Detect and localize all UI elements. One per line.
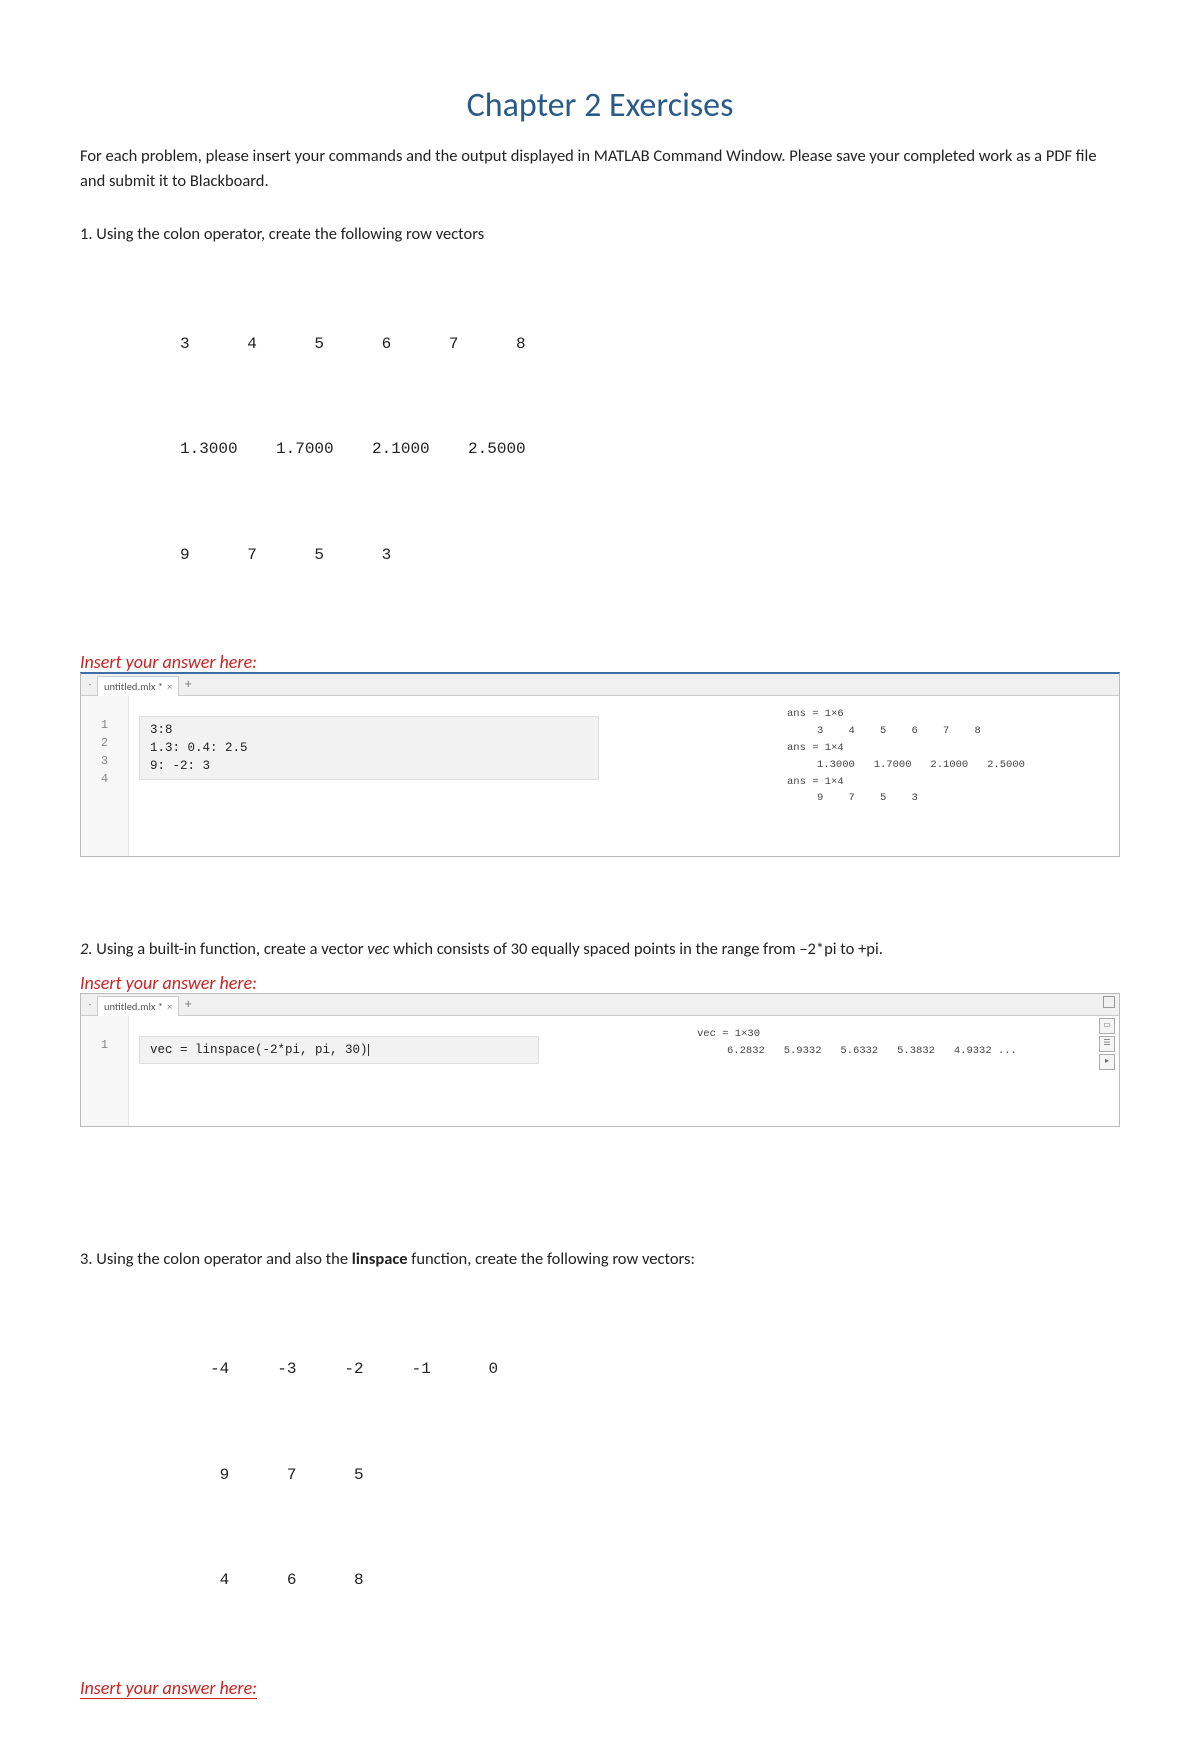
output-toolbar: ▭ ☰ ▸: [1099, 1018, 1117, 1070]
problem-3-vectors: -4 -3 -2 -1 0 9 7 5 4 6 8: [210, 1282, 1120, 1669]
code-area[interactable]: vec = linspace(-2*pi, pi, 30): [129, 1016, 689, 1126]
tab-bar: - untitled.mlx * × +: [81, 674, 1119, 696]
matlab-editor-2: - untitled.mlx * × + 1 vec = linspace(-2…: [80, 993, 1120, 1127]
answer-prompt-3: Insert your answer here:: [80, 1677, 1120, 1699]
answer-prompt-2: Insert your answer here:: [80, 972, 1120, 994]
tab-label: untitled.mlx *: [104, 1000, 163, 1013]
line-gutter: 1: [81, 1016, 129, 1126]
output-area: ans = 1×6 3 4 5 6 7 8 ans = 1×4 1.3000 1…: [779, 696, 1119, 856]
minimize-icon[interactable]: -: [85, 680, 95, 690]
list-icon[interactable]: ☰: [1099, 1036, 1115, 1052]
editor-tab[interactable]: untitled.mlx * ×: [97, 996, 179, 1016]
window-control-icon[interactable]: [1103, 996, 1115, 1008]
answer-prompt-1: Insert your answer here:: [80, 651, 1120, 673]
close-icon[interactable]: ×: [167, 1000, 172, 1013]
output-area: vec = 1×30 6.2832 5.9332 5.6332 5.3832 4…: [689, 1016, 1119, 1126]
problem-1-vectors: 3 4 5 6 7 8 1.3000 1.7000 2.1000 2.5000 …: [180, 256, 1120, 643]
line-gutter: 1 2 3 4: [81, 696, 129, 856]
page-title: Chapter 2 Exercises: [80, 85, 1120, 126]
new-tab-button[interactable]: +: [185, 677, 191, 692]
intro-text: For each problem, please insert your com…: [80, 144, 1120, 194]
matlab-editor-1: - untitled.mlx * × + 1 2 3 4 3:8 1.3: 0.…: [80, 672, 1120, 857]
code-box[interactable]: 3:8 1.3: 0.4: 2.5 9: -2: 3: [139, 716, 599, 780]
close-icon[interactable]: ×: [167, 680, 172, 693]
new-tab-button[interactable]: +: [185, 997, 191, 1012]
editor-tab[interactable]: untitled.mlx * ×: [97, 676, 179, 696]
problem-1-text: 1. Using the colon operator, create the …: [80, 222, 1120, 247]
minimize-icon[interactable]: -: [85, 1000, 95, 1010]
tab-label: untitled.mlx *: [104, 680, 163, 693]
problem-2-text: 2. Using a built-in function, create a v…: [80, 937, 1120, 962]
view-icon[interactable]: ▭: [1099, 1018, 1115, 1034]
problem-3-text: 3. Using the colon operator and also the…: [80, 1247, 1120, 1272]
code-box[interactable]: vec = linspace(-2*pi, pi, 30): [139, 1036, 539, 1064]
expand-icon[interactable]: ▸: [1099, 1054, 1115, 1070]
output-header: ans = 1×6: [787, 706, 1111, 723]
tab-bar: - untitled.mlx * × +: [81, 994, 1119, 1016]
code-area[interactable]: 3:8 1.3: 0.4: 2.5 9: -2: 3: [129, 696, 779, 856]
